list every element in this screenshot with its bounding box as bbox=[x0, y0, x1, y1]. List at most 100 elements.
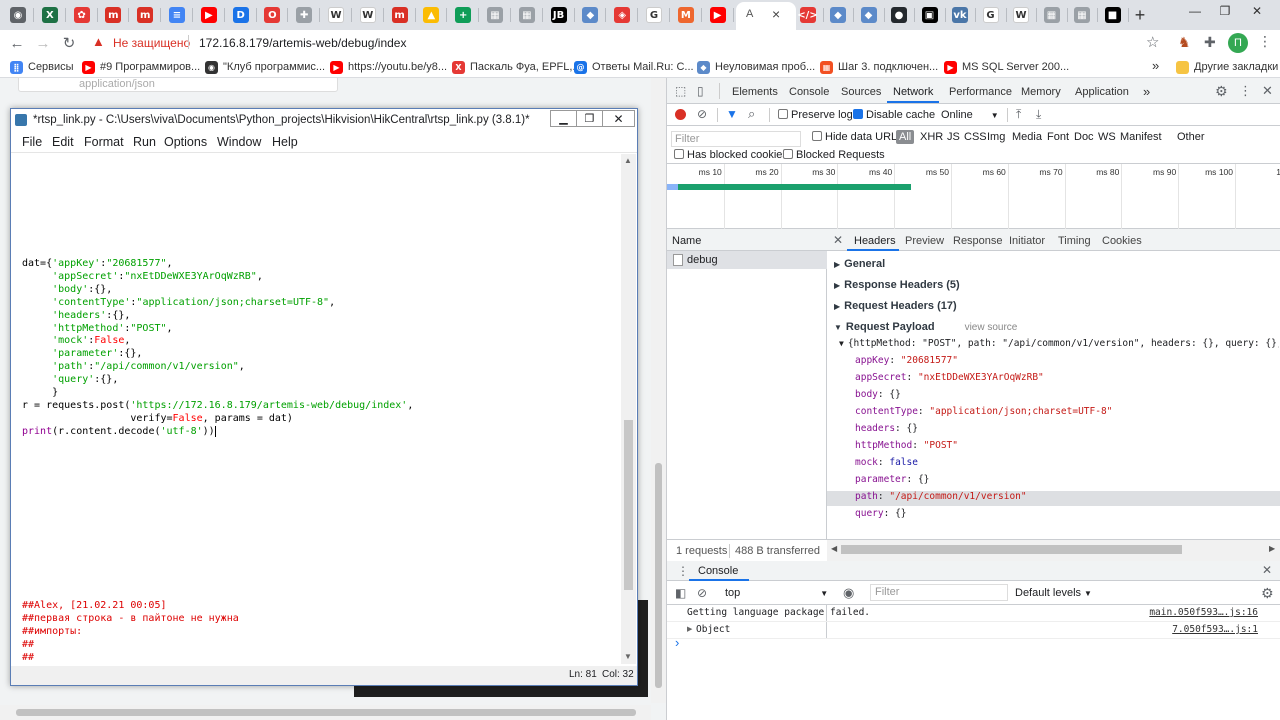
menu-help[interactable]: Help bbox=[272, 135, 298, 149]
section-general[interactable]: ▶ General bbox=[834, 258, 885, 270]
browser-tab[interactable]: ◉ bbox=[3, 4, 33, 26]
browser-tab[interactable]: ● bbox=[884, 4, 914, 26]
console-source-link[interactable]: 7.050f593….js:1 bbox=[1172, 624, 1258, 635]
payload-row[interactable]: query: {} bbox=[855, 508, 907, 519]
browser-tab[interactable]: m bbox=[385, 4, 415, 26]
import-har-icon[interactable]: ⤒ bbox=[1016, 107, 1021, 122]
bookmark-item[interactable]: X Паскаль Фуа, EPFL,... bbox=[452, 59, 582, 75]
settings-gear-icon[interactable]: ⚙ bbox=[1215, 83, 1228, 100]
filter-icon[interactable]: ▼ bbox=[726, 107, 738, 121]
browser-tab[interactable]: </> bbox=[793, 4, 823, 26]
filter-type-manifest[interactable]: Manifest bbox=[1120, 131, 1162, 143]
filter-type-img[interactable]: Img bbox=[987, 131, 1005, 143]
caret-right-icon[interactable]: ▶ bbox=[687, 625, 692, 633]
browser-tab[interactable]: m bbox=[130, 4, 160, 26]
idle-close-button[interactable]: ✕ bbox=[602, 110, 635, 127]
drawer-menu-icon[interactable]: ⋮ bbox=[677, 564, 689, 578]
browser-tab[interactable]: X bbox=[35, 4, 65, 26]
more-tabs-button[interactable]: » bbox=[1143, 84, 1150, 99]
detail-tab-cookies[interactable]: Cookies bbox=[1102, 235, 1142, 247]
browser-tab[interactable]: ≡ bbox=[162, 4, 192, 26]
bookmark-item[interactable]: ▶ MS SQL Server 200... bbox=[944, 59, 1069, 75]
detail-tab-initiator[interactable]: Initiator bbox=[1009, 235, 1045, 247]
record-icon[interactable] bbox=[675, 109, 686, 120]
menu-run[interactable]: Run bbox=[133, 135, 156, 149]
tab-network[interactable]: Network bbox=[893, 86, 933, 98]
bookmark-item[interactable]: ▦ Шаг 3. подключен... bbox=[820, 59, 938, 75]
bookmark-item[interactable]: ▶ https://youtu.be/y8... bbox=[330, 59, 447, 75]
section-response-headers[interactable]: ▶ Response Headers (5) bbox=[834, 279, 960, 291]
browser-tab[interactable]: ▦ bbox=[480, 4, 510, 26]
filter-type-js[interactable]: JS bbox=[947, 131, 960, 143]
drawer-close-icon[interactable]: ✕ bbox=[1262, 563, 1272, 577]
inspect-element-icon[interactable]: ⬚ bbox=[675, 84, 686, 98]
console-filter-input[interactable]: Filter bbox=[870, 584, 1008, 601]
scroll-left-icon[interactable]: ◀ bbox=[831, 544, 837, 553]
payload-row[interactable]: mock: false bbox=[855, 457, 918, 468]
browser-tab[interactable]: JB bbox=[544, 4, 574, 26]
filter-type-font[interactable]: Font bbox=[1047, 131, 1069, 143]
idle-title-bar[interactable]: *rtsp_link.py - C:\Users\viva\Documents\… bbox=[11, 109, 637, 133]
maximize-button[interactable]: ❐ bbox=[1210, 0, 1240, 22]
idle-vertical-scrollbar[interactable]: ▲ ▼ bbox=[621, 154, 636, 664]
browser-tab[interactable]: ▦ bbox=[1067, 4, 1097, 26]
payload-summary[interactable]: ▼ {httpMethod: "POST", path: "/api/common… bbox=[839, 338, 1279, 349]
checkbox-box[interactable] bbox=[674, 149, 684, 159]
detail-tab-headers[interactable]: Headers bbox=[854, 235, 896, 247]
checkbox-box[interactable] bbox=[812, 131, 822, 141]
name-column-header[interactable]: Name bbox=[667, 229, 827, 251]
browser-tab[interactable]: ◈ bbox=[607, 4, 637, 26]
profile-avatar[interactable]: П bbox=[1228, 33, 1248, 53]
devtools-menu-icon[interactable]: ⋮ bbox=[1239, 83, 1252, 99]
url-text[interactable]: 172.16.8.179/artemis-web/debug/index bbox=[199, 36, 406, 50]
filter-type-xhr[interactable]: XHR bbox=[920, 131, 943, 143]
browser-tab[interactable]: ▶ bbox=[194, 4, 224, 26]
filter-type-media[interactable]: Media bbox=[1012, 131, 1042, 143]
has-blocked-cookies-checkbox[interactable]: Has blocked cookies bbox=[674, 149, 788, 161]
clear-icon[interactable]: ⊘ bbox=[697, 107, 707, 121]
detail-tab-response[interactable]: Response bbox=[953, 235, 1003, 247]
tab-elements[interactable]: Elements bbox=[732, 86, 778, 98]
devtools-close-icon[interactable]: ✕ bbox=[1262, 83, 1273, 99]
filter-type-all[interactable]: All bbox=[896, 130, 915, 144]
browser-tab[interactable]: m bbox=[98, 4, 128, 26]
code-comments[interactable]: ##Alex, [21.02.21 00:05] ##первая строка… bbox=[22, 600, 239, 665]
browser-tab[interactable]: G bbox=[639, 4, 669, 26]
reload-button[interactable]: ↻ bbox=[58, 33, 80, 53]
detail-tab-preview[interactable]: Preview bbox=[905, 235, 944, 247]
console-prompt[interactable]: › bbox=[675, 635, 679, 650]
close-tab-icon[interactable]: × bbox=[772, 6, 780, 22]
scroll-right-icon[interactable]: ▶ bbox=[1269, 544, 1275, 553]
console-message[interactable]: ▶ Object 7.050f593….js:1 bbox=[667, 622, 1280, 639]
browser-tab[interactable]: ▦ bbox=[512, 4, 542, 26]
page-horizontal-scrollbar[interactable] bbox=[0, 705, 651, 720]
browser-tab[interactable]: ▲ bbox=[416, 4, 446, 26]
checkbox-box[interactable] bbox=[853, 109, 863, 119]
console-sidebar-icon[interactable]: ◧ bbox=[675, 586, 686, 600]
browser-tab[interactable]: + bbox=[448, 4, 478, 26]
browser-tab[interactable]: W bbox=[321, 4, 351, 26]
bookmark-item[interactable]: @ Ответы Mail.Ru: С... bbox=[574, 59, 694, 75]
menu-kebab-icon[interactable]: ⋮ bbox=[1258, 33, 1272, 50]
scroll-up-icon[interactable]: ▲ bbox=[624, 156, 632, 165]
scroll-down-icon[interactable]: ▼ bbox=[624, 652, 632, 661]
payload-row[interactable]: httpMethod: "POST" bbox=[855, 440, 958, 451]
page-vertical-scrollbar[interactable] bbox=[651, 78, 666, 703]
device-toolbar-icon[interactable]: ▯ bbox=[697, 84, 704, 98]
tab-sources[interactable]: Sources bbox=[841, 86, 881, 98]
browser-tab[interactable]: W bbox=[353, 4, 383, 26]
back-button[interactable]: ← bbox=[6, 33, 28, 53]
payload-row[interactable]: parameter: {} bbox=[855, 474, 929, 485]
tab-console[interactable]: Console bbox=[789, 86, 829, 98]
tab-application[interactable]: Application bbox=[1075, 86, 1129, 98]
menu-file[interactable]: File bbox=[22, 135, 42, 149]
browser-tab[interactable]: ◆ bbox=[575, 4, 605, 26]
browser-tab[interactable]: ✿ bbox=[67, 4, 97, 26]
tab-performance[interactable]: Performance bbox=[949, 86, 1012, 98]
search-icon[interactable]: ⌕ bbox=[748, 106, 755, 122]
context-select[interactable]: top ▼ bbox=[725, 587, 828, 599]
export-har-icon[interactable]: ⤓ bbox=[1036, 107, 1041, 122]
other-bookmarks[interactable]: Другие закладки bbox=[1176, 59, 1278, 75]
browser-tab[interactable]: ■ bbox=[1098, 4, 1128, 26]
code-editor[interactable]: dat={'appKey':"20681577", 'appSecret':"n… bbox=[22, 258, 413, 439]
